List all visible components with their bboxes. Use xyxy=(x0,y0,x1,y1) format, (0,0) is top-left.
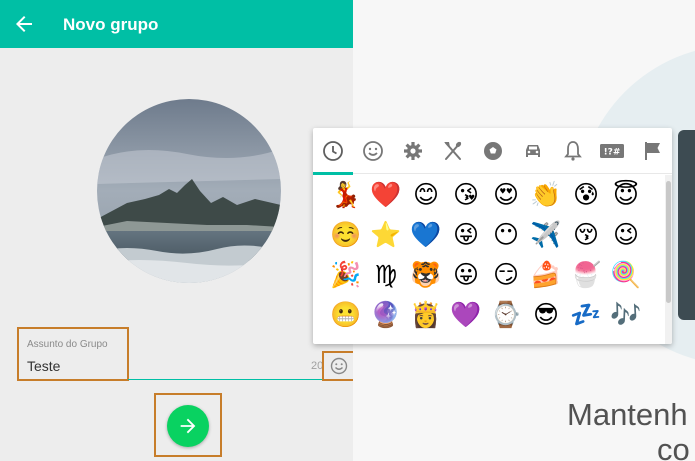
symbols-icon[interactable]: !?# xyxy=(599,139,625,163)
emoji-relaxed-face[interactable]: ☺️ xyxy=(326,215,366,255)
emoji-shaved-ice[interactable]: 🍧 xyxy=(566,255,606,295)
emoji-watch[interactable]: ⌚ xyxy=(486,295,526,335)
emoji-party-popper[interactable]: 🎉 xyxy=(326,255,366,295)
emoji-no-mouth[interactable]: 😶 xyxy=(486,215,526,255)
emoji-tongue-face[interactable]: 😛 xyxy=(446,255,486,295)
emoji-winking-tongue[interactable]: 😜 xyxy=(446,215,486,255)
emoji-dancer[interactable]: 💃 xyxy=(326,175,366,215)
phone-illustration xyxy=(678,130,695,320)
group-subject-input[interactable] xyxy=(27,357,297,375)
group-photo[interactable] xyxy=(97,99,281,283)
subject-underline xyxy=(128,379,353,380)
emoji-winking-face[interactable]: 😉 xyxy=(606,215,646,255)
recent-clock-icon[interactable] xyxy=(321,139,345,163)
fork-knife-icon[interactable] xyxy=(441,139,465,163)
emoji-scrollbar-thumb[interactable] xyxy=(666,181,671,303)
emoji-airplane[interactable]: ✈️ xyxy=(526,215,566,255)
emoji-halo-face[interactable]: 😇 xyxy=(606,175,646,215)
emoji-sunglasses-face[interactable]: 😎 xyxy=(526,295,566,335)
emoji-toggle-icon[interactable] xyxy=(330,357,348,375)
subject-field-label: Assunto do Grupo xyxy=(27,339,108,350)
svg-text:!?#: !?# xyxy=(604,148,621,158)
emoji-cake-slice[interactable]: 🍰 xyxy=(526,255,566,295)
emoji-grimacing-face[interactable]: 😬 xyxy=(326,295,366,335)
emoji-princess[interactable]: 👸 xyxy=(406,295,446,335)
next-button[interactable] xyxy=(167,405,209,447)
emoji-face-blowing-kiss[interactable]: 😘 xyxy=(446,175,486,215)
emoji-blue-heart[interactable]: 💙 xyxy=(406,215,446,255)
emoji-smiling-face[interactable]: 😊 xyxy=(406,175,446,215)
page-title: Novo grupo xyxy=(63,15,159,34)
emoji-lollipop[interactable]: 🍭 xyxy=(606,255,646,295)
welcome-heading-second-line: co xyxy=(657,432,690,461)
header-bar: Novo grupo xyxy=(0,0,353,48)
emoji-red-heart[interactable]: ❤️ xyxy=(366,175,406,215)
emoji-crystal-ball[interactable]: 🔮 xyxy=(366,295,406,335)
emoji-grid: 💃 ❤️ 😊 😘 😍 👏 😰 😇 ☺️ ⭐ 💙 😜 😶 ✈️ 😚 😉 🎉 ♍ 🐯… xyxy=(313,175,665,344)
arrow-right-icon xyxy=(180,418,196,434)
smiley-icon[interactable] xyxy=(361,139,385,163)
back-arrow-icon[interactable] xyxy=(12,12,36,36)
bell-icon[interactable] xyxy=(561,139,585,163)
emoji-scrollbar[interactable] xyxy=(665,175,672,344)
soccer-ball-icon[interactable] xyxy=(481,139,505,163)
emoji-kissing-closed-eyes[interactable]: 😚 xyxy=(566,215,606,255)
gear-icon[interactable] xyxy=(401,139,425,163)
emoji-clapping-hands[interactable]: 👏 xyxy=(526,175,566,215)
emoji-star[interactable]: ⭐ xyxy=(366,215,406,255)
emoji-tiger-face[interactable]: 🐯 xyxy=(406,255,446,295)
emoji-purple-heart[interactable]: 💜 xyxy=(446,295,486,335)
emoji-music-notes[interactable]: 🎶 xyxy=(606,295,646,335)
emoji-anxious-face[interactable]: 😰 xyxy=(566,175,606,215)
emoji-smirking-face[interactable]: 😏 xyxy=(486,255,526,295)
new-group-panel: Novo grupo Assunto do Grupo Teste 20 xyxy=(0,0,356,461)
car-icon[interactable] xyxy=(521,139,545,163)
emoji-category-tabs: !?# xyxy=(313,128,672,175)
emoji-picker: !?# 💃 ❤️ 😊 😘 😍 👏 😰 😇 ☺️ ⭐ 💙 😜 😶 ✈️ 😚 😉 🎉… xyxy=(313,128,672,344)
emoji-heart-eyes[interactable]: 😍 xyxy=(486,175,526,215)
emoji-zzz[interactable]: 💤 xyxy=(566,295,606,335)
emoji-virgo[interactable]: ♍ xyxy=(366,255,406,295)
flag-icon[interactable] xyxy=(641,139,665,163)
welcome-heading: Mantenh xyxy=(567,397,688,432)
